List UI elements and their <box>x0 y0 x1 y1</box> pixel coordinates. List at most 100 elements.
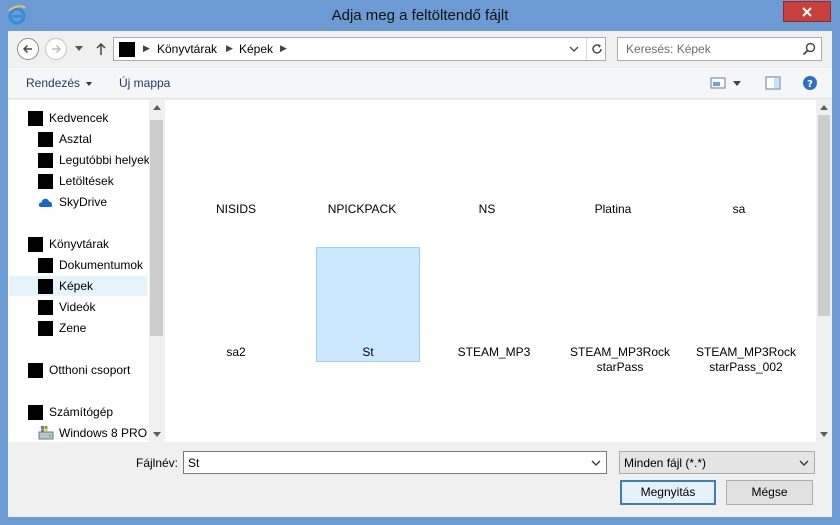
file-item[interactable]: STEAM_MP3Rock starPass <box>568 247 672 374</box>
title-bar[interactable]: Adja meg a feltöltendő fájlt <box>0 0 840 31</box>
organize-button[interactable]: Rendezés <box>26 76 93 90</box>
file-name-line-2: starPass <box>596 360 644 374</box>
file-name: NPICKPACK <box>327 202 397 216</box>
sidebar-item-label: Letöltések <box>59 174 114 188</box>
file-name: sa <box>732 202 746 216</box>
homegroup-icon <box>28 363 43 378</box>
file-item[interactable]: Platina <box>561 113 665 228</box>
breadcrumb-separator-icon[interactable]: ▶ <box>226 43 233 54</box>
sidebar-item-label: Képek <box>59 279 94 293</box>
file-open-dialog: Adja meg a feltöltendő fájlt ▶ Könyvtára… <box>0 0 840 525</box>
sidebar-item-label: Legutóbbi helyek <box>59 153 150 167</box>
window-title: Adja meg a feltöltendő fájlt <box>331 7 509 24</box>
file-name: NS <box>478 202 496 216</box>
file-type-value: Minden fájl (*.*) <box>624 456 707 470</box>
search-box[interactable]: Keresés: Képek <box>617 37 822 61</box>
refresh-button[interactable] <box>586 38 606 60</box>
file-name: St <box>362 345 374 359</box>
file-list-scrollbar[interactable] <box>816 100 832 442</box>
search-input[interactable]: Keresés: Képek <box>626 42 711 56</box>
back-button[interactable] <box>17 38 39 60</box>
address-dropdown-button[interactable] <box>564 38 584 60</box>
chevron-down-icon <box>799 460 809 466</box>
arrow-left-icon <box>22 44 32 54</box>
breadcrumb-libraries[interactable]: Könyvtárak <box>157 42 217 56</box>
cancel-button[interactable]: Mégse <box>726 480 813 505</box>
scrollbar-thumb[interactable] <box>150 120 163 336</box>
file-item[interactable]: NISIDS <box>184 113 288 228</box>
filename-combobox[interactable]: St <box>183 451 607 474</box>
file-item-selected[interactable]: St <box>316 247 420 362</box>
new-folder-button[interactable]: Új mappa <box>119 76 170 90</box>
computer-icon <box>28 405 43 420</box>
view-options-dropdown[interactable] <box>730 74 744 92</box>
chevron-down-icon <box>86 81 93 86</box>
refresh-icon <box>591 44 602 54</box>
preview-pane-button[interactable] <box>763 74 783 92</box>
sidebar-item-label: Számítógép <box>49 405 114 419</box>
sidebar-item-label: SkyDrive <box>59 195 108 209</box>
file-type-dropdown-button[interactable] <box>796 453 812 472</box>
close-button[interactable] <box>783 1 831 22</box>
favorites-icon <box>28 111 43 126</box>
file-item[interactable]: STEAM_MP3 <box>442 247 546 362</box>
help-icon: ? <box>803 76 817 90</box>
navigation-pane[interactable]: Kedvencek Asztal Legutóbbi helyek Letölt… <box>8 100 164 442</box>
file-item[interactable]: sa <box>687 113 791 228</box>
filename-dropdown-button[interactable] <box>588 453 604 472</box>
documents-icon <box>38 258 53 273</box>
up-button[interactable] <box>92 40 110 58</box>
file-item[interactable]: sa2 <box>184 247 288 362</box>
command-bar: Rendezés Új mappa ? <box>8 68 832 99</box>
close-icon <box>802 6 812 17</box>
sidebar-item-label: Asztal <box>59 132 92 146</box>
change-view-button[interactable] <box>708 74 728 92</box>
address-bar[interactable]: ▶ Könyvtárak ▶ Képek ▶ <box>113 37 606 61</box>
forward-button[interactable] <box>45 38 67 60</box>
file-item[interactable]: NPICKPACK <box>310 113 414 228</box>
organize-label: Rendezés <box>26 76 81 90</box>
internet-explorer-icon <box>7 5 27 25</box>
preview-pane-icon <box>765 76 781 90</box>
file-name: sa2 <box>226 345 246 359</box>
recent-locations-button[interactable] <box>72 42 86 56</box>
breadcrumb-separator-icon[interactable]: ▶ <box>143 43 150 54</box>
chevron-down-icon <box>591 460 601 466</box>
scroll-up-button[interactable] <box>816 100 832 115</box>
arrow-right-icon <box>52 44 62 54</box>
file-name: STEAM_MP3Rock <box>695 345 797 359</box>
chevron-up-icon <box>152 105 161 110</box>
file-item[interactable]: STEAM_MP3Rock starPass_002 <box>694 247 798 374</box>
drive-icon <box>38 426 54 440</box>
sidebar-item-label: Zene <box>59 321 87 335</box>
dialog-body: ▶ Könyvtárak ▶ Képek ▶ Keresés: Képek Re… <box>8 31 832 517</box>
chevron-down-icon <box>733 80 741 86</box>
scrollbar-thumb[interactable] <box>818 115 830 316</box>
breadcrumb-pictures[interactable]: Képek <box>239 42 273 56</box>
libraries-icon <box>28 237 43 252</box>
help-button[interactable]: ? <box>800 74 820 92</box>
music-icon <box>38 321 53 336</box>
sidebar-item-label: Dokumentumok <box>59 258 144 272</box>
file-list[interactable]: NISIDS NPICKPACK NS Platina sa sa2 St ST… <box>165 100 816 442</box>
chevron-down-icon <box>152 432 161 437</box>
scroll-down-button[interactable] <box>816 427 832 442</box>
svg-text:?: ? <box>807 79 813 90</box>
chevron-down-icon <box>820 432 828 437</box>
filename-input[interactable]: St <box>188 456 199 470</box>
file-name: NISIDS <box>215 202 256 216</box>
file-name-line-2: starPass_002 <box>709 360 783 374</box>
breadcrumb-separator-icon[interactable]: ▶ <box>280 43 287 54</box>
scroll-down-button[interactable] <box>149 427 164 442</box>
chevron-up-icon <box>820 105 828 110</box>
open-button[interactable]: Megnyitás <box>620 480 716 505</box>
navigation-scrollbar[interactable] <box>149 100 164 442</box>
pictures-icon <box>38 279 53 294</box>
file-type-select[interactable]: Minden fájl (*.*) <box>619 451 815 474</box>
desktop-icon <box>38 132 53 147</box>
downloads-icon <box>38 174 53 189</box>
file-item[interactable]: NS <box>435 113 539 228</box>
sidebar-item-label: Windows 8 PRO ( <box>59 426 155 440</box>
scroll-up-button[interactable] <box>149 100 164 115</box>
file-name: Platina <box>594 202 632 216</box>
